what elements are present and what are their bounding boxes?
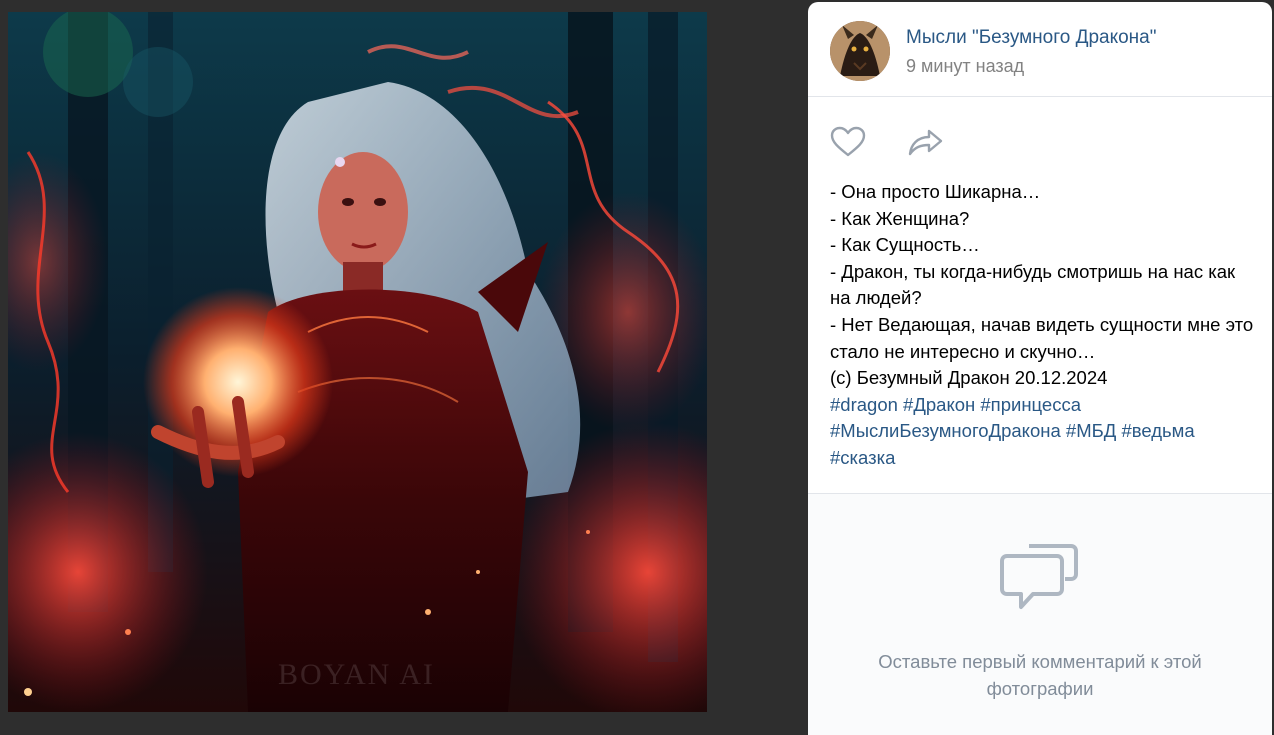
share-button[interactable] <box>906 124 946 160</box>
post-author-link[interactable]: Мысли "Безумного Дракона" <box>906 27 1157 49</box>
post-photo[interactable]: BOYAN AI <box>8 12 707 712</box>
hashtag-dragon[interactable]: #dragon <box>830 394 898 415</box>
comment-bubbles-icon <box>999 540 1081 619</box>
heart-icon <box>830 126 866 157</box>
hashtag-drakon[interactable]: #Дракон <box>903 394 975 415</box>
post-text: - Она просто Шикарна… - Как Женщина? - К… <box>830 179 1260 472</box>
post-text-line: - Как Сущность… <box>830 234 980 256</box>
post-text-line: - Нет Ведающая, начав видеть сущности мн… <box>830 313 1259 362</box>
post-header: Мысли "Безумного Дракона" 9 минут назад <box>808 2 1272 97</box>
share-arrow-icon <box>908 129 943 156</box>
fantasy-artwork-image <box>8 12 707 712</box>
post-side-panel: Мысли "Безумного Дракона" 9 минут назад … <box>808 2 1272 735</box>
hashtag-skazka[interactable]: #сказка <box>830 447 895 468</box>
hashtag-mysli[interactable]: #МыслиБезумногоДракона <box>830 420 1061 441</box>
post-text-line: - Дракон, ты когда-нибудь смотришь на на… <box>830 260 1241 309</box>
photo-viewer: BOYAN AI <box>0 0 808 735</box>
dragon-avatar-image <box>830 21 890 81</box>
post-text-line: - Как Женщина? <box>830 207 970 229</box>
post-timestamp[interactable]: 9 минут назад <box>906 56 1024 77</box>
post-actions <box>828 124 946 160</box>
author-avatar[interactable] <box>830 21 890 81</box>
hashtag-list: #dragon #Дракон #принцесса #МыслиБезумног… <box>830 392 1260 472</box>
image-watermark: BOYAN AI <box>278 658 435 691</box>
comments-section: Оставьте первый комментарий к этой фотог… <box>808 494 1272 735</box>
empty-comments-text: Оставьте первый комментарий к этой фотог… <box>878 651 1202 699</box>
post-text-line: - Она просто Шикарна… <box>830 181 1041 202</box>
hashtag-vedma[interactable]: #ведьма <box>1121 420 1194 441</box>
like-button[interactable] <box>828 124 868 160</box>
post-text-line: (с) Безумный Дракон 20.12.2024 <box>830 367 1108 389</box>
hashtag-mbd[interactable]: #МБД <box>1066 420 1116 441</box>
hashtag-princessa[interactable]: #принцесса <box>980 394 1081 415</box>
